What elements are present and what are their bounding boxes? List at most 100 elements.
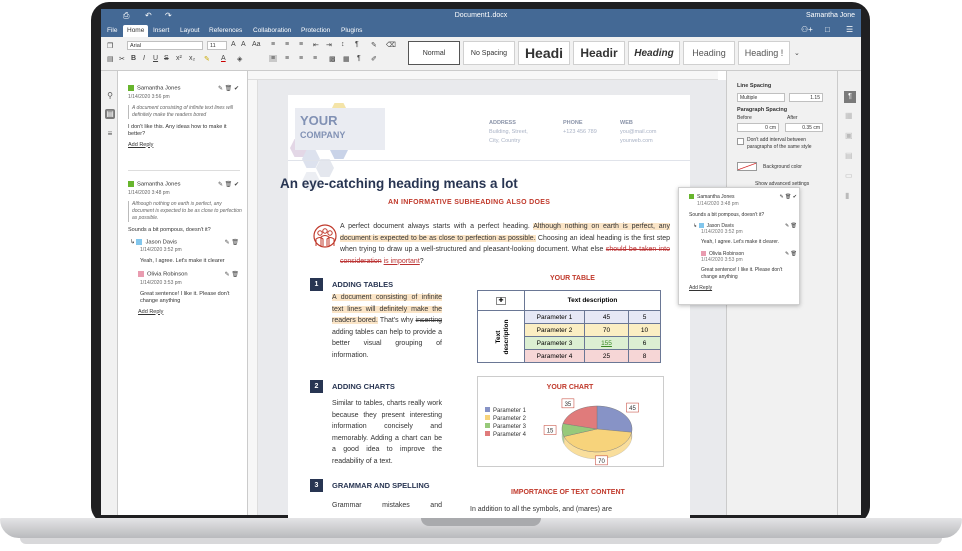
align-right-icon[interactable]: ≡ <box>299 55 303 62</box>
edit-icon[interactable]: ✎ <box>218 86 223 92</box>
justify-icon[interactable]: ≡ <box>313 55 317 62</box>
superscript-icon[interactable]: x² <box>176 55 182 62</box>
line-spacing-icon[interactable]: ↕ <box>341 41 345 48</box>
copy-style-icon[interactable]: ✎ <box>371 41 377 49</box>
table-cell[interactable]: 155 <box>584 336 629 350</box>
resolve-icon[interactable]: ✔ <box>793 194 797 200</box>
nonprinting-icon[interactable]: ¶ <box>357 55 361 62</box>
tab-collaboration[interactable]: Collaboration <box>249 25 295 37</box>
before-input[interactable]: 0 cm <box>737 123 779 132</box>
delete-icon[interactable]: 🗑 <box>791 251 797 257</box>
table-cell[interactable]: Parameter 2 <box>524 323 585 337</box>
vertical-ruler[interactable] <box>248 80 258 515</box>
add-reply-link[interactable]: Add Reply <box>689 285 797 291</box>
style-heading-3[interactable]: Heading <box>628 41 680 65</box>
table-cell[interactable]: 5 <box>628 310 661 324</box>
delete-icon[interactable]: 🗑 <box>791 223 797 229</box>
align-center-icon[interactable]: ≡ <box>285 55 289 62</box>
edit-icon[interactable]: ✎ <box>218 182 223 188</box>
change-case-icon[interactable]: Aa <box>252 41 261 48</box>
style-heading-4[interactable]: Heading <box>683 41 735 65</box>
font-size-select[interactable]: 11 <box>207 41 227 50</box>
style-heading-1[interactable]: Headi <box>518 41 570 65</box>
style-heading-2[interactable]: Headir <box>573 41 625 65</box>
add-user-icon[interactable]: ⚇+ <box>801 25 813 34</box>
indent-icon[interactable]: ⇥ <box>326 41 332 49</box>
numbering-icon[interactable]: ≡ <box>285 41 289 48</box>
copy-icon[interactable]: ❐ <box>107 42 113 50</box>
delete-icon[interactable]: 🗑 <box>231 240 239 246</box>
tab-references[interactable]: References <box>205 25 246 37</box>
add-reply-link[interactable]: Add Reply <box>128 142 243 148</box>
chart-settings-icon[interactable]: ▮ <box>845 191 849 200</box>
bullets-icon[interactable]: ≡ <box>271 41 275 48</box>
comment-popup[interactable]: Samantha Jones ✎ 🗑 ✔ 1/14/2020 3:48 pm So… <box>678 187 800 305</box>
tab-home[interactable]: Home <box>123 25 149 37</box>
horizontal-ruler[interactable] <box>248 71 718 80</box>
delete-icon[interactable]: 🗑 <box>225 182 233 188</box>
shading-fill-icon[interactable]: ▩ <box>329 55 336 63</box>
bold-icon[interactable]: B <box>131 55 136 62</box>
image-settings-icon[interactable]: ▣ <box>845 131 853 140</box>
shape-settings-icon[interactable]: ▭ <box>845 171 853 180</box>
menu-icon[interactable]: ☰ <box>846 25 853 34</box>
edit-icon[interactable]: ✎ <box>225 240 230 246</box>
multilevel-icon[interactable]: ≡ <box>299 41 303 48</box>
resolve-icon[interactable]: ✔ <box>234 182 239 188</box>
table-header[interactable]: Text description <box>524 290 661 311</box>
styles-dropdown-icon[interactable]: ⌄ <box>794 49 800 57</box>
table-cell[interactable]: Parameter 1 <box>524 310 585 324</box>
subscript-icon[interactable]: x₂ <box>189 55 195 62</box>
background-color-picker[interactable] <box>737 162 757 171</box>
line-spacing-value[interactable]: 1.15 <box>789 93 823 102</box>
tab-layout[interactable]: Layout <box>176 25 204 37</box>
paste-icon[interactable]: ▤ <box>107 55 114 63</box>
align-left-icon[interactable]: ≡ <box>269 55 278 62</box>
font-decrease-icon[interactable]: A <box>241 41 246 48</box>
font-color-icon[interactable]: A <box>221 55 226 62</box>
clear-style-icon[interactable]: ⌫ <box>386 41 396 49</box>
table-cell[interactable]: 6 <box>628 336 661 350</box>
table-cell[interactable]: 25 <box>584 349 629 363</box>
highlight-icon[interactable]: ✎ <box>204 55 210 63</box>
tab-file[interactable]: File <box>103 25 121 37</box>
table-cell[interactable]: 45 <box>584 310 629 324</box>
delete-icon[interactable]: 🗑 <box>785 194 791 200</box>
font-name-select[interactable]: Arial <box>127 41 203 50</box>
delete-icon[interactable]: 🗑 <box>231 272 239 278</box>
resolve-icon[interactable]: ✔ <box>234 86 239 92</box>
navigation-icon[interactable]: ≡ <box>105 129 115 139</box>
user-name[interactable]: Samantha Jone <box>806 12 855 19</box>
italic-icon[interactable]: I <box>143 55 145 62</box>
delete-icon[interactable]: 🗑 <box>225 86 233 92</box>
header-footer-icon[interactable]: ▤ <box>845 151 853 160</box>
paragraph-settings-icon[interactable]: ¶ <box>844 91 856 103</box>
after-input[interactable]: 0.35 cm <box>785 123 823 132</box>
style-normal[interactable]: Normal <box>408 41 460 65</box>
style-heading-5[interactable]: Heading ! <box>738 41 790 65</box>
shading-icon[interactable]: ◈ <box>237 55 242 63</box>
strikethrough-icon[interactable]: S <box>164 55 169 62</box>
table-settings-icon[interactable]: ▦ <box>845 111 853 120</box>
paint-format-icon[interactable]: ✐ <box>371 55 377 63</box>
search-icon[interactable]: ⚲ <box>105 91 115 101</box>
comments-icon[interactable]: ▤ <box>105 109 115 119</box>
table-cell[interactable]: 8 <box>628 349 661 363</box>
tab-plugins[interactable]: Plugins <box>337 25 366 37</box>
outdent-icon[interactable]: ⇤ <box>313 41 319 49</box>
table-cell[interactable]: Parameter 4 <box>524 349 585 363</box>
edit-icon[interactable]: ✎ <box>225 272 230 278</box>
underline-icon[interactable]: U <box>153 55 158 62</box>
table-cell[interactable]: 70 <box>584 323 629 337</box>
line-spacing-mode-select[interactable]: Multiple <box>737 93 785 102</box>
tab-insert[interactable]: Insert <box>149 25 173 37</box>
edit-icon[interactable]: ✎ <box>785 251 789 257</box>
table-move-icon[interactable]: ✚ <box>496 297 506 305</box>
no-interval-checkbox[interactable] <box>737 138 744 145</box>
edit-icon[interactable]: ✎ <box>785 223 789 229</box>
borders-icon[interactable]: ▦ <box>343 55 350 63</box>
edit-icon[interactable]: ✎ <box>779 194 783 200</box>
table-cell[interactable]: Parameter 3 <box>524 336 585 350</box>
style-no-spacing[interactable]: No Spacing <box>463 41 515 65</box>
cut-icon[interactable]: ✂ <box>119 55 125 63</box>
